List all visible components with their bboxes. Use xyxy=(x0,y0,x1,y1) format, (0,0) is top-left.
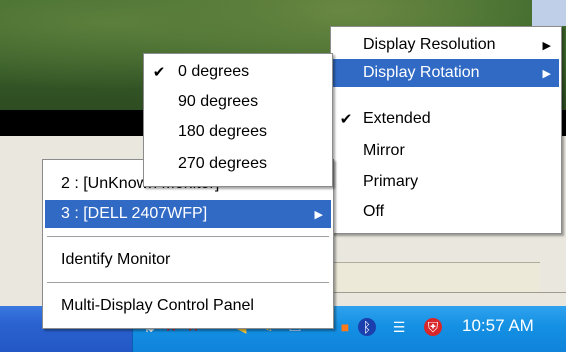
rotation-90-item[interactable]: 90 degrees xyxy=(146,88,330,116)
submenu-arrow-icon: ▶ xyxy=(542,67,551,80)
menu-separator xyxy=(47,282,329,283)
bluetooth-icon[interactable]: ᛒ xyxy=(358,318,376,336)
rotation-270-label: 270 degrees xyxy=(178,155,267,172)
submenu-arrow-icon: ▶ xyxy=(314,208,323,221)
mode-mirror-label: Mirror xyxy=(363,142,405,159)
rotation-0-label: 0 degrees xyxy=(178,63,250,80)
checkmark-icon: ✔ xyxy=(152,64,166,81)
mode-off-item[interactable]: Off xyxy=(333,198,559,226)
security-shield-icon[interactable]: ⛨ xyxy=(424,318,442,336)
display-resolution-label: Display Resolution xyxy=(363,36,496,53)
rotation-90-label: 90 degrees xyxy=(178,93,259,110)
taskbar-clock: 10:57 AM xyxy=(462,316,534,335)
display-resolution-item[interactable]: Display Resolution ▶ xyxy=(333,31,559,59)
identify-monitor-label: Identify Monitor xyxy=(61,251,171,268)
background-scrollbar xyxy=(532,0,566,26)
rotation-270-item[interactable]: 270 degrees xyxy=(146,150,330,178)
mode-primary-label: Primary xyxy=(363,173,419,190)
control-panel-item[interactable]: Multi-Display Control Panel xyxy=(45,292,331,320)
rotation-180-label: 180 degrees xyxy=(178,123,267,140)
rotation-0-item[interactable]: ✔ 0 degrees xyxy=(146,58,330,86)
mode-off-label: Off xyxy=(363,203,385,220)
control-panel-label: Multi-Display Control Panel xyxy=(61,297,254,314)
background-panel xyxy=(300,262,540,293)
rotation-submenu: ✔ 0 degrees 90 degrees 180 degrees 270 d… xyxy=(143,53,333,187)
mode-extended-label: Extended xyxy=(363,110,431,127)
menu-separator xyxy=(47,236,329,237)
wireless-icon[interactable]: ☰ xyxy=(390,318,408,336)
monitor-3-item[interactable]: 3 : [DELL 2407WFP] ▶ xyxy=(45,200,331,228)
mode-mirror-item[interactable]: Mirror xyxy=(333,137,559,165)
identify-monitor-item[interactable]: Identify Monitor xyxy=(45,246,331,274)
checkmark-icon: ✔ xyxy=(339,111,353,128)
display-rotation-item[interactable]: Display Rotation ▶ xyxy=(333,59,559,87)
app-icon[interactable]: ■ xyxy=(336,318,354,336)
display-rotation-label: Display Rotation xyxy=(363,64,480,81)
submenu-arrow-icon: ▶ xyxy=(542,39,551,52)
display-options-menu: Display Resolution ▶ Display Rotation ▶ … xyxy=(330,26,562,234)
mode-primary-item[interactable]: Primary xyxy=(333,168,559,196)
mode-extended-item[interactable]: ✔ Extended xyxy=(333,105,559,133)
monitor-3-label: 3 : [DELL 2407WFP] xyxy=(61,205,208,222)
background-divider xyxy=(300,292,566,293)
rotation-180-item[interactable]: 180 degrees xyxy=(146,118,330,146)
